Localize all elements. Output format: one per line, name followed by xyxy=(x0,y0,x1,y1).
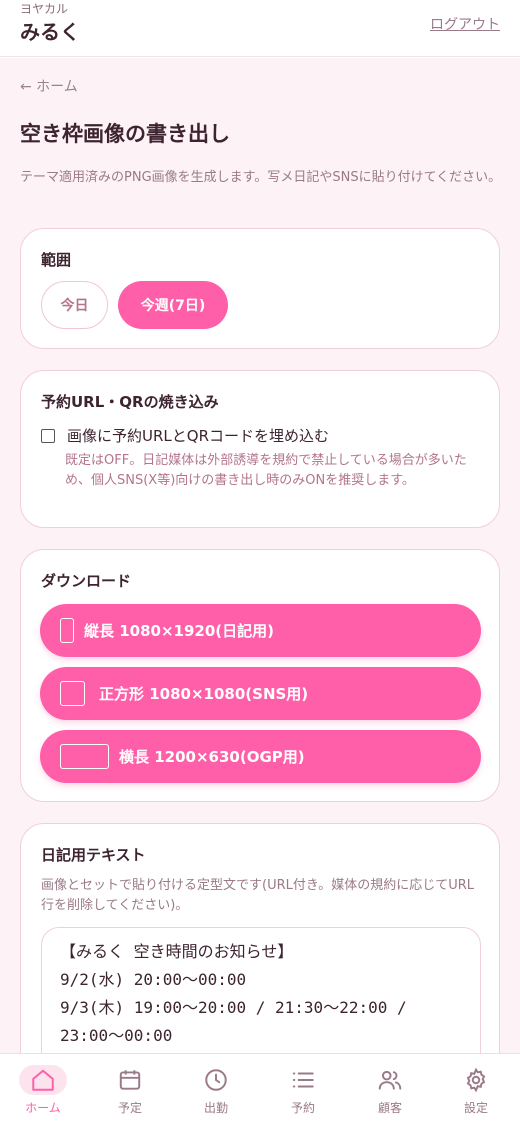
embed-checkbox-label[interactable]: 画像に予約URLとQRコードを埋め込む xyxy=(67,425,329,446)
calendar-icon xyxy=(119,1070,141,1090)
diary-line: 9/2(水) 20:00〜00:00 xyxy=(60,970,247,989)
diary-line: 23:00〜00:00 xyxy=(60,1026,173,1045)
range-card: 範囲 今日 今週(7日) xyxy=(20,228,500,349)
embed-note: 既定はOFF。日記媒体は外部誘導を規約で禁止している場合が多いため、個人SNS(… xyxy=(65,453,467,488)
nav-label-attendance: 出勤 xyxy=(203,1101,228,1115)
download-square-button[interactable]: 正方形 1080×1080(SNS用) xyxy=(40,667,481,720)
download-portrait-label: 縦長 1080×1920(日記用) xyxy=(84,622,274,640)
main-content: ← ホーム 空き枠画像の書き出し テーマ適用済みのPNG画像を生成します。写メ日… xyxy=(0,58,520,1053)
clock-icon xyxy=(205,1069,227,1091)
diary-description: 画像とセットで貼り付ける定型文です(URL付き。媒体の規約に応じてURL行を削除… xyxy=(41,878,475,913)
nav-label-schedule: 予定 xyxy=(117,1101,142,1115)
download-card: ダウンロード 縦長 1080×1920(日記用) 正方形 1080×1080(S… xyxy=(20,549,500,802)
download-square-label: 正方形 1080×1080(SNS用) xyxy=(99,685,309,703)
nav-item-reservations[interactable]: 予約 xyxy=(260,1054,346,1127)
embed-card: 予約URL・QRの焼き込み 画像に予約URLとQRコードを埋め込む 既定はOFF… xyxy=(20,370,500,528)
bottom-nav: ホーム 予定 出勤 予約 顧客 設定 xyxy=(0,1053,520,1127)
logout-link[interactable]: ログアウト xyxy=(430,14,500,34)
landscape-frame-icon xyxy=(60,744,109,769)
embed-checkbox[interactable] xyxy=(41,428,55,443)
page-title: 空き枠画像の書き出し xyxy=(20,122,230,146)
square-frame-icon xyxy=(60,681,85,706)
nav-label-reservations: 予約 xyxy=(290,1101,315,1115)
nav-label-settings: 設定 xyxy=(463,1101,488,1115)
nav-item-settings[interactable]: 設定 xyxy=(433,1054,519,1127)
back-home-link[interactable]: ← ホーム xyxy=(20,76,78,96)
download-title: ダウンロード xyxy=(41,572,132,590)
app-header: ヨヤカル みるく ログアウト xyxy=(0,0,520,57)
users-icon xyxy=(378,1070,402,1090)
gear-icon xyxy=(466,1067,486,1093)
range-today-chip[interactable]: 今日 xyxy=(41,281,108,329)
download-portrait-button[interactable]: 縦長 1080×1920(日記用) xyxy=(40,604,481,657)
diary-line: 【みるく 空き時間のお知らせ】 xyxy=(60,942,294,961)
diary-card: 日記用テキスト 画像とセットで貼り付ける定型文です(URL付き。媒体の規約に応じ… xyxy=(20,823,500,1053)
list-icon xyxy=(292,1072,314,1088)
download-landscape-label: 横長 1200×630(OGP用) xyxy=(119,748,305,766)
page-description: テーマ適用済みのPNG画像を生成します。写メ日記やSNSに貼り付けてください。 xyxy=(20,170,502,185)
diary-textarea[interactable]: 【みるく 空き時間のお知らせ】 9/2(水) 20:00〜00:00 9/3(木… xyxy=(41,927,481,1053)
shop-kana-label: ヨヤカル xyxy=(20,2,69,16)
embed-checkbox-row[interactable]: 画像に予約URLとQRコードを埋め込む xyxy=(41,425,329,446)
home-icon xyxy=(32,1069,54,1091)
nav-item-schedule[interactable]: 予定 xyxy=(87,1054,173,1127)
nav-label-home: ホーム xyxy=(25,1101,61,1115)
range-title: 範囲 xyxy=(41,251,72,269)
diary-title: 日記用テキスト xyxy=(41,846,146,864)
app-name: みるく xyxy=(20,20,80,44)
nav-item-attendance[interactable]: 出勤 xyxy=(173,1054,259,1127)
nav-item-home[interactable]: ホーム xyxy=(0,1054,86,1127)
embed-title: 予約URL・QRの焼き込み xyxy=(41,393,219,411)
diary-line: 9/3(木) 19:00〜20:00 / 21:30〜22:00 / xyxy=(60,998,407,1017)
nav-item-customers[interactable]: 顧客 xyxy=(347,1054,433,1127)
portrait-frame-icon xyxy=(60,618,74,643)
nav-label-customers: 顧客 xyxy=(377,1101,402,1115)
range-week-chip[interactable]: 今週(7日) xyxy=(118,281,228,329)
download-landscape-button[interactable]: 横長 1200×630(OGP用) xyxy=(40,730,481,783)
